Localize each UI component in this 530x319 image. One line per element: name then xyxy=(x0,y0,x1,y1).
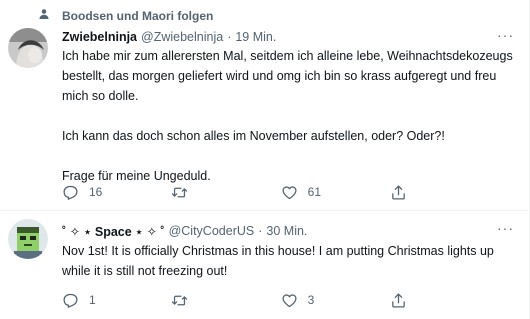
display-name[interactable]: Zwiebelninja xyxy=(62,30,137,44)
retweet-icon xyxy=(171,184,188,201)
reply-count: 16 xyxy=(89,185,103,199)
like-icon xyxy=(281,184,298,201)
reply-icon xyxy=(62,292,79,309)
tweet-text: Ich habe mir zum allerersten Mal, seitde… xyxy=(62,46,522,186)
user-handle[interactable]: @CityCoderUS xyxy=(169,224,255,238)
tweet-card[interactable]: ˚ ✧ ⋆ Space ⋆ ✧ ˚ @CityCoderUS · 30 Min.… xyxy=(0,211,528,319)
share-button[interactable] xyxy=(390,291,442,309)
person-icon xyxy=(38,7,50,25)
tweet-paragraph: Ich habe mir zum allerersten Mal, seitde… xyxy=(62,49,513,103)
tweet-card[interactable]: Boodsen und Maori folgen Zwiebelninja @Z… xyxy=(0,0,528,210)
more-options-icon[interactable]: ··· xyxy=(497,27,514,43)
separator-dot: · xyxy=(227,30,232,44)
tweet-header: ˚ ✧ ⋆ Space ⋆ ✧ ˚ @CityCoderUS · 30 Min. xyxy=(62,222,307,240)
display-name[interactable]: ˚ ✧ ⋆ Space ⋆ ✧ ˚ xyxy=(62,224,165,239)
reply-icon xyxy=(62,184,79,201)
timestamp[interactable]: 30 Min. xyxy=(266,224,307,238)
like-count: 61 xyxy=(307,185,322,199)
like-button[interactable]: 61 xyxy=(281,183,333,201)
like-count: 3 xyxy=(307,293,315,307)
share-icon xyxy=(390,292,407,309)
reply-count: 1 xyxy=(89,293,96,307)
like-button[interactable]: 3 xyxy=(281,291,333,309)
timestamp[interactable]: 19 Min. xyxy=(235,30,276,44)
tweet-paragraph: Ich kann das doch schon alles im Novembe… xyxy=(62,129,445,143)
more-options-icon[interactable]: ··· xyxy=(497,220,514,236)
share-button[interactable] xyxy=(390,183,442,201)
tweet-actions: 16 61 xyxy=(62,183,442,201)
tweet-text: Nov 1st! It is officially Christmas in t… xyxy=(62,241,522,281)
retweet-button[interactable] xyxy=(171,183,223,201)
social-context-text: Boodsen und Maori folgen xyxy=(62,9,214,23)
separator-dot: · xyxy=(258,224,263,238)
avatar[interactable] xyxy=(8,219,48,259)
tweet-header: Zwiebelninja @Zwiebelninja · 19 Min. xyxy=(62,28,276,46)
social-context[interactable]: Boodsen und Maori folgen xyxy=(38,8,213,24)
reply-button[interactable]: 16 xyxy=(62,183,114,201)
tweet-actions: 1 3 xyxy=(62,291,442,309)
user-handle[interactable]: @Zwiebelninja xyxy=(141,30,223,44)
retweet-icon xyxy=(171,292,188,309)
tweet-paragraph: Nov 1st! It is officially Christmas in t… xyxy=(62,244,494,278)
like-icon xyxy=(281,292,298,309)
avatar[interactable] xyxy=(8,28,48,68)
share-icon xyxy=(390,184,407,201)
retweet-button[interactable] xyxy=(171,291,223,309)
reply-button[interactable]: 1 xyxy=(62,291,114,309)
